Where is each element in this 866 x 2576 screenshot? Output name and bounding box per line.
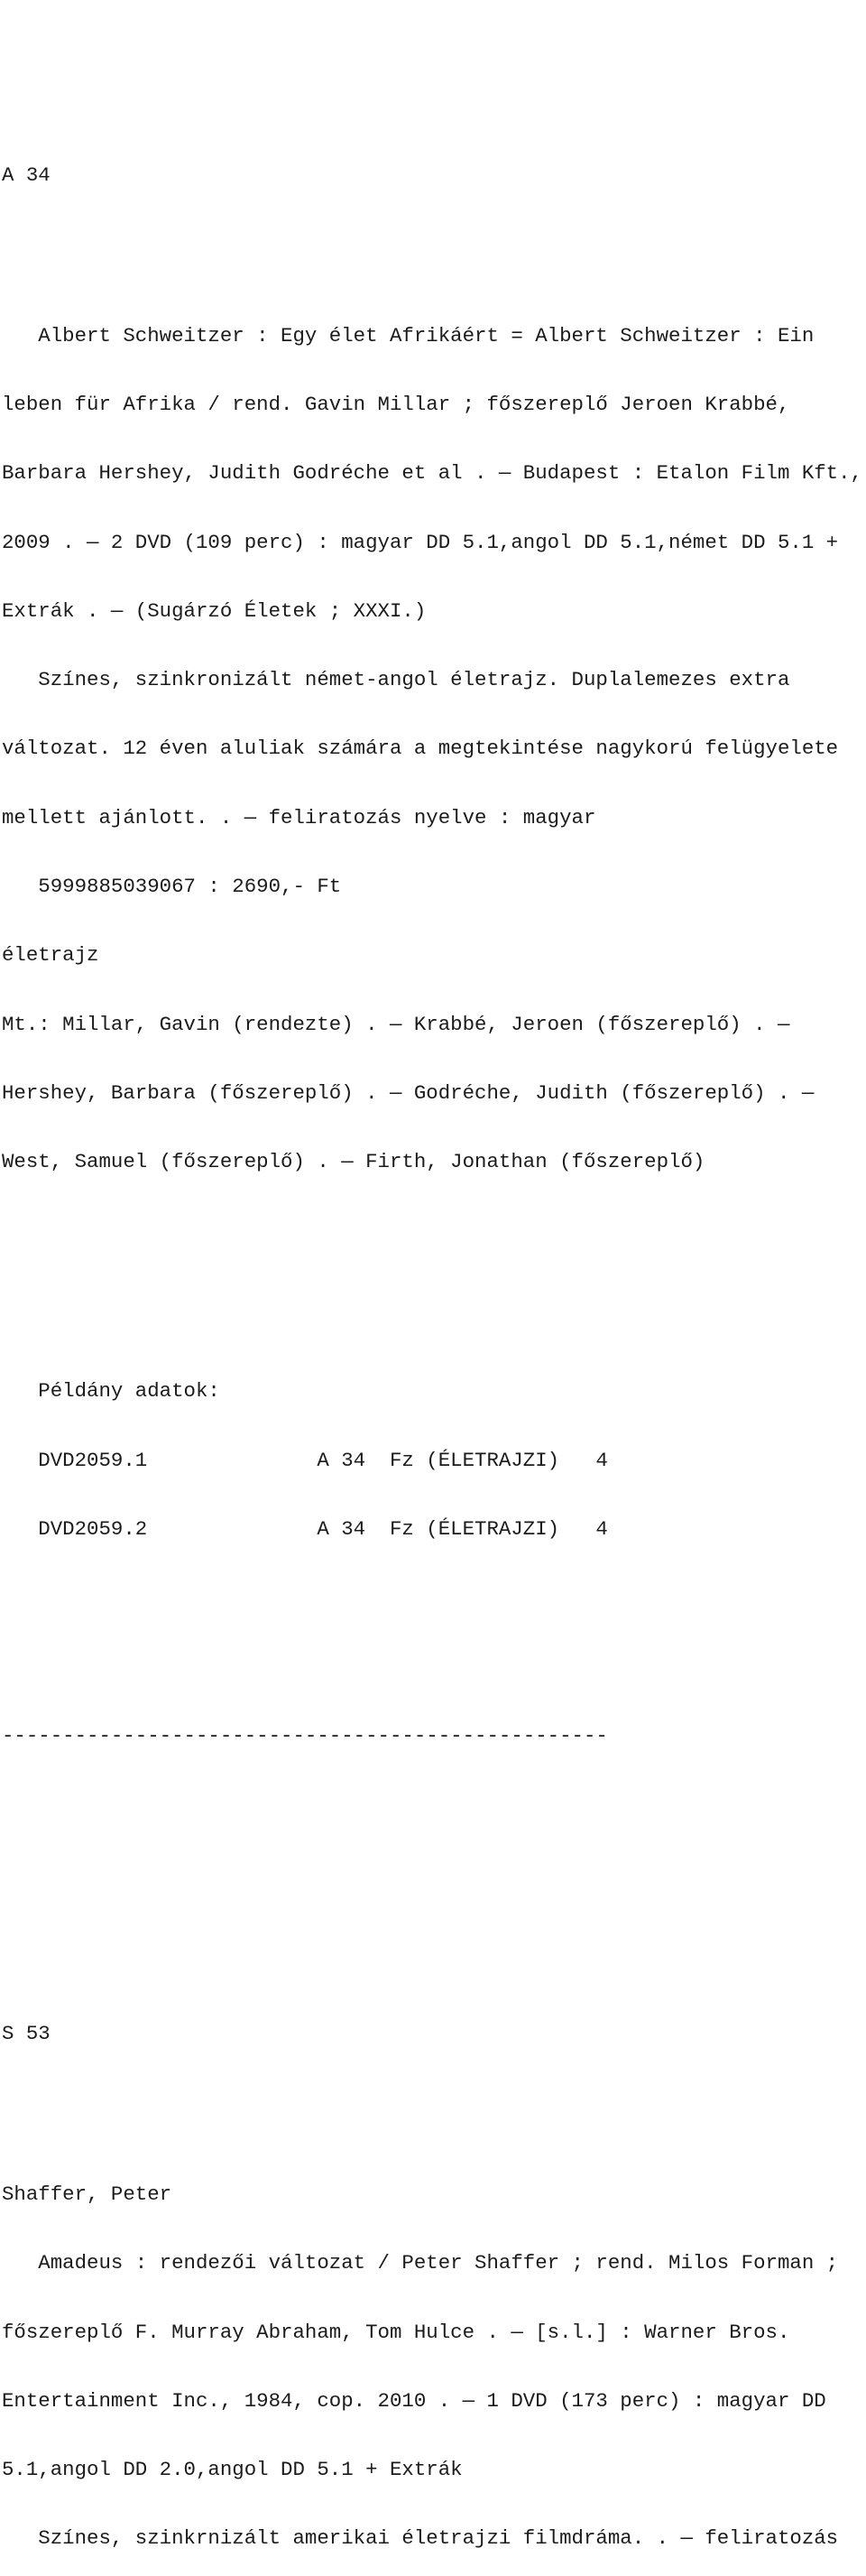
catalog-record: A 34 Albert Schweitzer : Egy élet Afriká…: [2, 96, 864, 1862]
record-separator-rule: ----------------------------------------…: [2, 1723, 608, 1747]
record-body-line: Albert Schweitzer : Egy élet Afrikáért =…: [2, 323, 815, 347]
record-body-line: Entertainment Inc., 1984, cop. 2010 . — …: [2, 2388, 826, 2413]
catalog-listing: A 34 Albert Schweitzer : Egy élet Afriká…: [2, 4, 864, 2576]
record-contributors-line: West, Samuel (főszereplő) . — Firth, Jon…: [2, 1150, 705, 1174]
record-body-line: mellett ajánlott. . — feliratozás nyelve…: [2, 805, 596, 829]
record-contributors-line: Mt.: Millar, Gavin (rendezte) . — Krabbé…: [2, 1012, 790, 1036]
record-body-line: Színes, szinkronizált német-angol életra…: [2, 668, 790, 692]
copy-data-row: DVD2059.2 A 34 Fz (ÉLETRAJZI) 4: [2, 1516, 608, 1541]
record-body-line: Amadeus : rendezői változat / Peter Shaf…: [2, 2251, 839, 2275]
record-body-line: Barbara Hershey, Judith Godréche et al .…: [2, 461, 862, 486]
record-body-line: változat. 12 éven aluliak számára a megt…: [2, 737, 839, 761]
record-body-line: főszereplő F. Murray Abraham, Tom Hulce …: [2, 2320, 790, 2344]
record-body-line: Extrák . — (Sugárzó Életek ; XXXI.): [2, 598, 427, 623]
catalog-record: S 53 Shaffer, Peter Amadeus : rendezői v…: [2, 1954, 864, 2576]
record-call-number: S 53: [2, 2022, 51, 2046]
record-body-line: Színes, szinkrnizált amerikai életrajzi …: [2, 2526, 839, 2551]
copy-data-heading: Példány adatok:: [2, 1379, 220, 1404]
document-page: A 34 Albert Schweitzer : Egy élet Afriká…: [0, 0, 866, 2550]
copy-data-row: DVD2059.1 A 34 Fz (ÉLETRAJZI) 4: [2, 1448, 608, 1472]
record-contributors-line: Hershey, Barbara (főszereplő) . — Godréc…: [2, 1080, 815, 1105]
record-body-line: leben für Afrika / rend. Gavin Millar ; …: [2, 393, 790, 417]
record-body-line: 5.1,angol DD 2.0,angol DD 5.1 + Extrák: [2, 2458, 463, 2482]
record-author-heading: Shaffer, Peter: [2, 2182, 172, 2206]
record-subject: életrajz: [2, 943, 99, 968]
record-call-number: A 34: [2, 162, 51, 187]
record-body-line: 2009 . — 2 DVD (109 perc) : magyar DD 5.…: [2, 530, 839, 554]
copy-data-block: Példány adatok: DVD2059.1 A 34 Fz (ÉLETR…: [2, 1334, 864, 1587]
record-isbn-price: 5999885039067 : 2690,- Ft: [2, 875, 342, 899]
